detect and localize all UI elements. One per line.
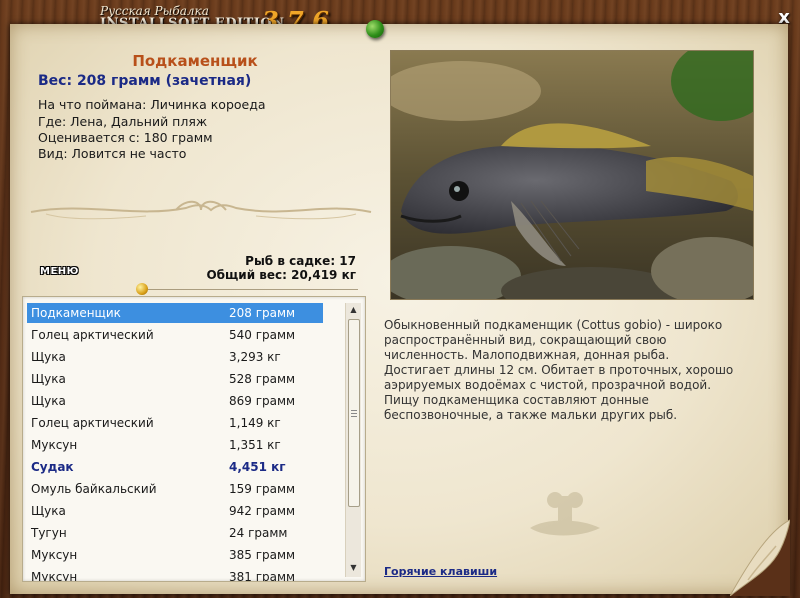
- menu-button[interactable]: МЕНЮ: [40, 266, 79, 277]
- scroll-up-icon[interactable]: ▲: [346, 303, 361, 317]
- catch-fish-name: Тугун: [31, 526, 67, 540]
- thumb-grip: [351, 410, 357, 411]
- fish-bait: На что поймана: Личинка короеда: [38, 97, 266, 112]
- list-item[interactable]: Муксун 385 грамм: [27, 545, 323, 565]
- list-item[interactable]: Муксун 1,351 кг: [27, 435, 323, 455]
- catch-list[interactable]: Подкаменщик 208 грамм Голец арктический 540…: [22, 296, 366, 582]
- description-line: Обыкновенный подкаменщик (Cottus gobio) …: [384, 318, 723, 332]
- list-item[interactable]: Подкаменщик 208 грамм: [27, 303, 323, 323]
- list-item[interactable]: Муксун 381 грамм: [27, 567, 323, 582]
- catch-fish-weight: 159 грамм: [229, 482, 296, 496]
- fish-sketch-icon: [530, 492, 600, 536]
- fish-place: Где: Лена, Дальний пляж: [38, 114, 208, 129]
- list-item[interactable]: Голец арктический 1,149 кг: [27, 413, 323, 433]
- list-item[interactable]: Тугун 24 грамм: [27, 523, 323, 543]
- scroll-down-icon[interactable]: ▼: [346, 561, 361, 575]
- catch-fish-weight: 385 грамм: [229, 548, 296, 562]
- cage-stats: Рыб в садке: 17 Общий вес: 20,419 кг: [206, 254, 356, 282]
- hotkeys-link[interactable]: Горячие клавиши: [384, 565, 497, 578]
- green-pin-icon: [366, 20, 384, 38]
- fish-kind: Вид: Ловится не часто: [38, 146, 187, 161]
- description-line: беспозвоночные, а также мальки других ры…: [384, 408, 678, 422]
- catch-fish-name: Муксун: [31, 438, 78, 452]
- catch-fish-weight: 869 грамм: [229, 394, 296, 408]
- list-item[interactable]: Голец арктический 540 грамм: [27, 325, 323, 345]
- ornament-divider-icon: [30, 200, 372, 220]
- fish-description: Обыкновенный подкаменщик (Cottus gobio) …: [384, 318, 754, 423]
- description-line: аэрируемых водоёмах с чистой, прозрачной…: [384, 378, 712, 392]
- catch-fish-weight: 381 грамм: [229, 570, 296, 582]
- description-line: Достигает длины 12 см. Обитает в проточн…: [384, 363, 734, 377]
- fish-rating: Оценивается с: 180 грамм: [38, 130, 213, 145]
- catch-fish-weight: 528 грамм: [229, 372, 296, 386]
- catch-fish-name: Подкаменщик: [31, 306, 121, 320]
- description-line: распространённый вид, сокращающий свою: [384, 333, 667, 347]
- fish-name: Подкаменщик: [132, 52, 258, 70]
- scroll-thumb[interactable]: [348, 319, 360, 507]
- catch-fish-weight: 942 грамм: [229, 504, 296, 518]
- catch-fish-name: Щука: [31, 350, 66, 364]
- catch-fish-weight: 24 грамм: [229, 526, 288, 540]
- list-item[interactable]: Судак 4,451 кг: [27, 457, 323, 477]
- list-item[interactable]: Щука 942 грамм: [27, 501, 323, 521]
- list-item[interactable]: Щука 528 грамм: [27, 369, 323, 389]
- catch-fish-name: Муксун: [31, 548, 78, 562]
- pushpin-icon: [136, 283, 148, 295]
- catch-fish-weight: 1,351 кг: [229, 438, 281, 452]
- page-curl-icon: [730, 519, 790, 596]
- list-item[interactable]: Омуль байкальский 159 грамм: [27, 479, 323, 499]
- catch-fish-name: Судак: [31, 460, 74, 474]
- fish-photo: [390, 50, 754, 300]
- catch-fish-weight: 208 грамм: [229, 306, 296, 320]
- cage-total-weight: Общий вес: 20,419 кг: [206, 268, 356, 282]
- catch-fish-weight: 4,451 кг: [229, 460, 286, 474]
- catch-fish-name: Щука: [31, 504, 66, 518]
- catch-fish-weight: 3,293 кг: [229, 350, 281, 364]
- description-line: численность. Малоподвижная, донная рыба.: [384, 348, 670, 362]
- cage-count: Рыб в садке: 17: [245, 254, 356, 268]
- list-item[interactable]: Щука 869 грамм: [27, 391, 323, 411]
- catch-fish-name: Омуль байкальский: [31, 482, 157, 496]
- pin-string: [148, 289, 358, 290]
- catch-fish-name: Муксун: [31, 570, 78, 582]
- fish-weight: Вес: 208 грамм (зачетная): [38, 73, 252, 89]
- list-scrollbar[interactable]: ▲ ▼: [345, 303, 361, 577]
- catch-fish-name: Голец арктический: [31, 328, 154, 342]
- catch-fish-weight: 1,149 кг: [229, 416, 281, 430]
- catch-fish-name: Щука: [31, 394, 66, 408]
- list-item[interactable]: Щука 3,293 кг: [27, 347, 323, 367]
- thumb-grip: [351, 413, 357, 414]
- catch-fish-weight: 540 грамм: [229, 328, 296, 342]
- thumb-grip: [351, 416, 357, 417]
- catch-fish-name: Щука: [31, 372, 66, 386]
- catch-fish-name: Голец арктический: [31, 416, 154, 430]
- description-line: Пищу подкаменщика составляют донные: [384, 393, 649, 407]
